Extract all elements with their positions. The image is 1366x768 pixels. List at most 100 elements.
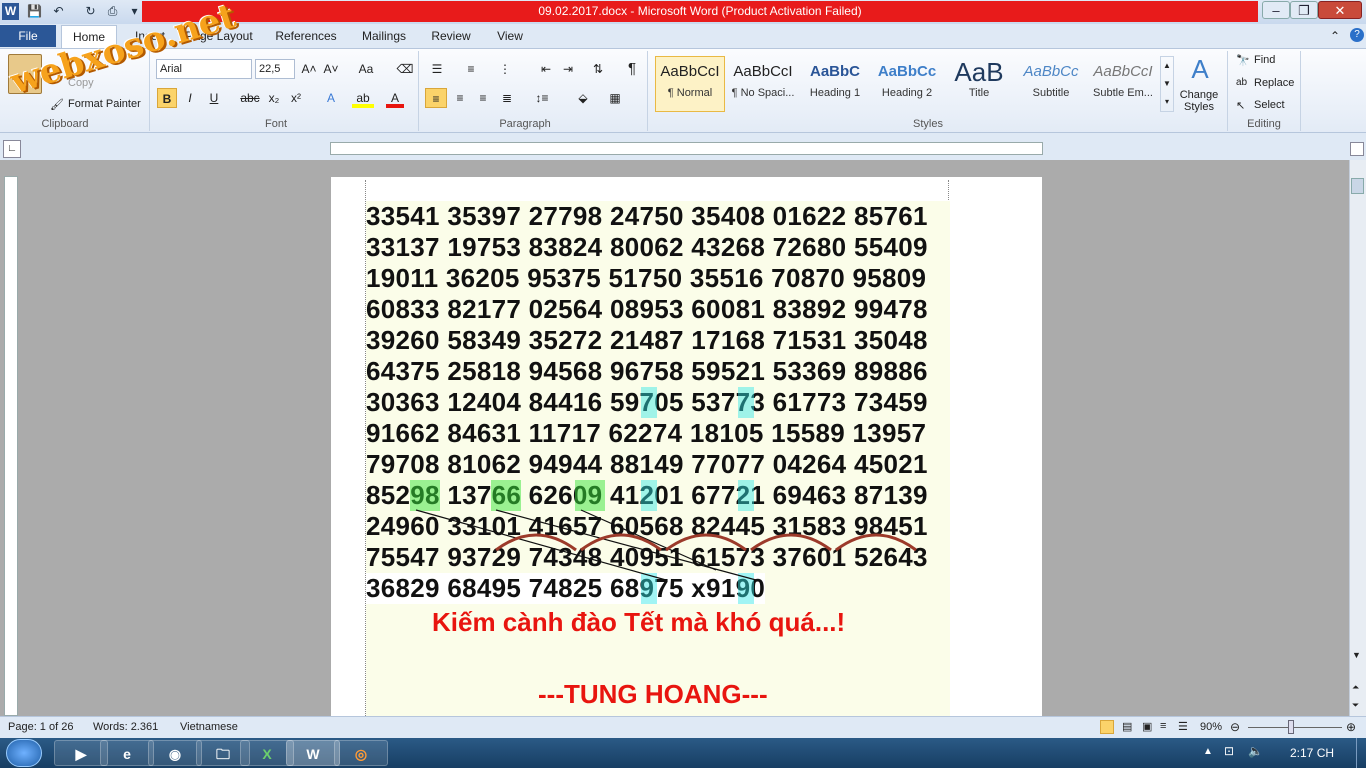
taskbar-firefox[interactable]: ◎ — [334, 740, 388, 766]
font-color-icon[interactable]: A — [386, 88, 404, 108]
zoom-slider[interactable] — [1248, 727, 1342, 728]
change-case-icon[interactable]: Aa — [354, 59, 378, 79]
justify-icon[interactable]: ≣ — [498, 88, 516, 108]
style-subtitle[interactable]: AaBbCc Subtitle — [1016, 56, 1086, 112]
zoom-slider-thumb[interactable] — [1288, 720, 1294, 734]
styles-scroll-icon[interactable]: ▲ ▼ ▾ — [1160, 56, 1174, 112]
format-painter-icon[interactable]: 🖌 — [50, 98, 64, 111]
language-indicator[interactable]: Vietnamese — [180, 716, 238, 738]
line-spacing-icon[interactable]: ↕≡ — [530, 88, 554, 108]
align-left-icon[interactable]: ≡ — [425, 88, 447, 108]
format-painter-button[interactable]: Format Painter — [68, 98, 141, 110]
tab-view[interactable]: View — [490, 25, 530, 48]
paragraph-label: Paragraph — [499, 118, 551, 130]
number-row: 60833 82177 02564 08953 60081 83892 9947… — [366, 294, 928, 324]
save-icon[interactable]: 💾 — [26, 3, 43, 20]
replace-button[interactable]: Replace — [1254, 77, 1294, 89]
shrink-font-icon[interactable]: A˅ — [322, 59, 340, 79]
multilevel-list-icon[interactable]: ⋮ — [496, 59, 514, 79]
tab-review[interactable]: Review — [426, 25, 476, 48]
horizontal-ruler[interactable] — [330, 142, 1043, 155]
show-desktop-button[interactable] — [1356, 738, 1366, 768]
clear-formatting-icon[interactable]: ⌫ — [396, 59, 414, 79]
signature-text: ---TUNG HOANG--- — [538, 679, 768, 709]
replace-icon[interactable]: ab — [1236, 77, 1247, 88]
select-icon[interactable]: ↖ — [1236, 99, 1245, 112]
document-body[interactable]: 33541 35397 27798 24750 35408 01622 8576… — [366, 201, 950, 721]
draft-icon[interactable]: ☰ — [1178, 720, 1188, 733]
style-no-spacing[interactable]: AaBbCcI ¶ No Spaci... — [728, 56, 798, 112]
view-ruler-icon[interactable] — [1350, 142, 1364, 156]
start-button[interactable] — [6, 739, 42, 767]
close-button[interactable]: ✕ — [1318, 1, 1362, 19]
redo-icon[interactable]: ↻ — [82, 3, 99, 20]
vertical-scrollbar[interactable] — [1349, 160, 1366, 716]
outline-icon[interactable]: ≡ — [1160, 720, 1166, 732]
undo-icon[interactable]: ↶ — [50, 3, 67, 20]
zoom-in-icon[interactable]: ⊕ — [1346, 720, 1356, 734]
style-subtle-emphasis[interactable]: AaBbCcI Subtle Em... — [1088, 56, 1158, 112]
web-layout-icon[interactable]: ▣ — [1142, 720, 1152, 733]
customize-qat-icon[interactable]: ▾ — [126, 3, 143, 20]
style-heading-2[interactable]: AaBbCc Heading 2 — [872, 56, 942, 112]
style-normal[interactable]: AaBbCcI ¶ Normal — [655, 56, 725, 112]
tab-selector-icon[interactable]: ∟ — [3, 140, 21, 158]
prev-page-icon[interactable]: ⏶ — [1352, 682, 1359, 693]
bullets-icon[interactable]: ☰ — [428, 59, 446, 79]
scroll-thumb[interactable] — [1351, 178, 1364, 194]
page-count[interactable]: Page: 1 of 26 — [8, 716, 73, 738]
minimize-button[interactable]: – — [1262, 1, 1290, 19]
highlight-icon[interactable]: ab — [352, 88, 374, 108]
taskbar-coccoc-browser[interactable]: ◉ — [148, 740, 202, 766]
underline-button[interactable]: U — [206, 88, 222, 108]
sort-icon[interactable]: ⇅ — [590, 59, 606, 79]
taskbar-clock[interactable]: 2:17 CH — [1290, 738, 1334, 768]
borders-icon[interactable]: ▦ — [604, 88, 626, 108]
tray-network-icon[interactable]: ⊡ — [1224, 744, 1234, 758]
minimize-ribbon-icon[interactable]: ⌃ — [1330, 29, 1340, 43]
decrease-indent-icon[interactable]: ⇤ — [538, 59, 554, 79]
subscript-button[interactable]: x₂ — [266, 88, 282, 108]
word-count[interactable]: Words: 2.361 — [93, 716, 158, 738]
style-title[interactable]: AaB Title — [944, 56, 1014, 112]
clipboard-label: Clipboard — [41, 118, 89, 130]
change-styles-icon[interactable]: A — [1182, 54, 1218, 85]
next-page-icon[interactable]: ⏷ — [1352, 700, 1359, 711]
font-family-combo[interactable]: Arial — [156, 59, 252, 79]
show-hide-button[interactable]: ¶ — [624, 59, 640, 79]
print-layout-icon[interactable] — [1100, 720, 1114, 734]
italic-button[interactable]: I — [182, 88, 198, 108]
zoom-out-icon[interactable]: ⊖ — [1230, 720, 1240, 734]
taskbar-word[interactable]: W — [286, 740, 340, 766]
select-button[interactable]: Select — [1254, 99, 1285, 111]
word-app-icon[interactable]: W — [2, 3, 19, 20]
numbering-icon[interactable]: ≡ — [462, 59, 480, 79]
tray-expand-icon[interactable]: ▲ — [1203, 746, 1213, 757]
tab-file[interactable]: File — [0, 25, 56, 47]
tab-references[interactable]: References — [270, 25, 342, 48]
shading-icon[interactable]: ⬙ — [572, 88, 594, 108]
superscript-button[interactable]: x² — [288, 88, 304, 108]
align-right-icon[interactable]: ≡ — [474, 88, 492, 108]
font-size-combo[interactable]: 22,5 — [255, 59, 295, 79]
taskbar-internet-explorer[interactable]: e — [100, 740, 154, 766]
bold-button[interactable]: B — [157, 88, 177, 108]
align-center-icon[interactable]: ≡ — [451, 88, 469, 108]
find-icon[interactable]: 🔭 — [1236, 54, 1250, 67]
vertical-ruler[interactable] — [4, 176, 18, 716]
tab-mailings[interactable]: Mailings — [356, 25, 412, 48]
scroll-down-icon[interactable]: ▼ — [1352, 650, 1361, 660]
help-icon[interactable]: ? — [1350, 28, 1364, 42]
grow-font-icon[interactable]: A˄ — [300, 59, 318, 79]
text-effects-icon[interactable]: A — [320, 88, 342, 108]
print-preview-icon[interactable]: ⎙ — [104, 3, 121, 20]
maximize-button[interactable]: ❐ — [1290, 1, 1318, 19]
strikethrough-button[interactable]: abc — [240, 88, 260, 108]
increase-indent-icon[interactable]: ⇥ — [560, 59, 576, 79]
zoom-level[interactable]: 90% — [1200, 716, 1222, 738]
style-heading-1[interactable]: AaBbC Heading 1 — [800, 56, 870, 112]
change-styles-button[interactable]: Change Styles — [1174, 89, 1224, 113]
full-screen-reading-icon[interactable]: ▤ — [1122, 720, 1132, 733]
tray-volume-icon[interactable]: 🔈 — [1248, 744, 1263, 758]
find-button[interactable]: Find — [1254, 54, 1275, 66]
